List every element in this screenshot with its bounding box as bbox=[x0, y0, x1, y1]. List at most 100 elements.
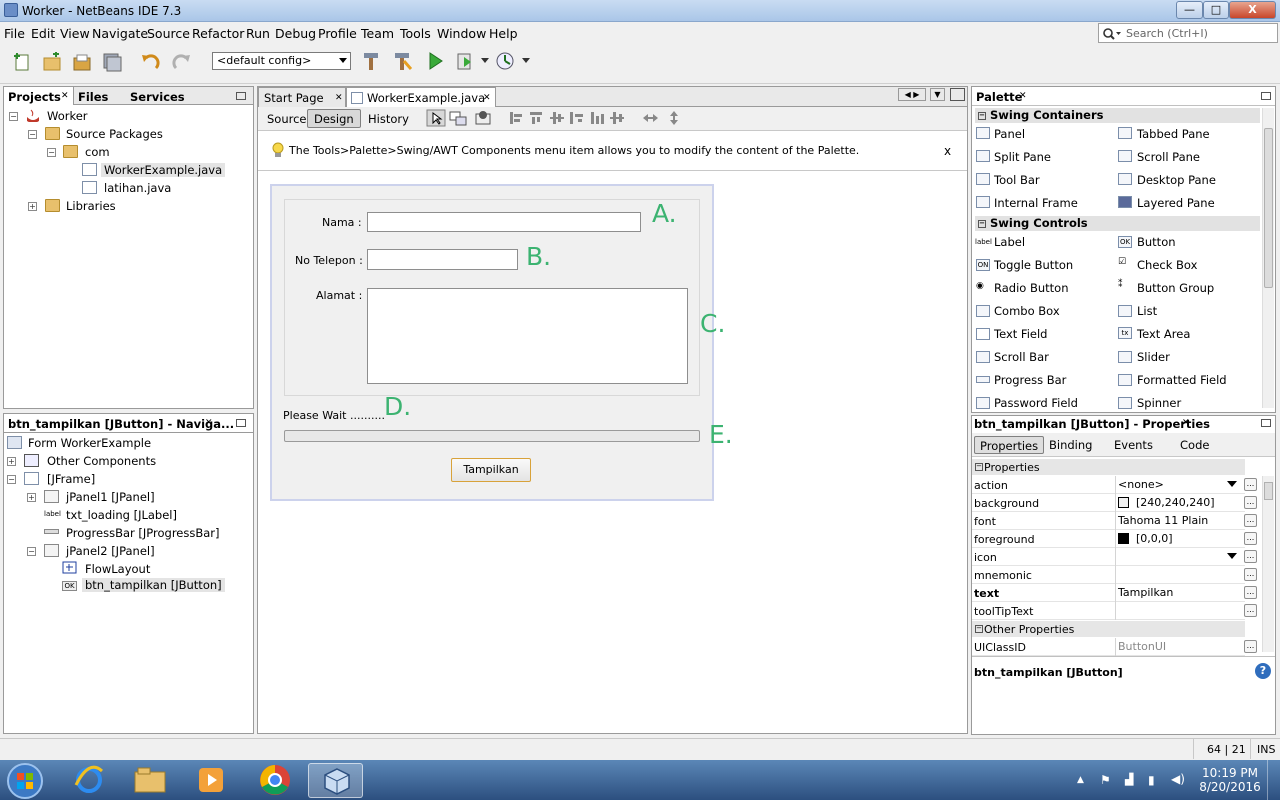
palette-label[interactable]: Label bbox=[994, 235, 1025, 249]
nav-form[interactable]: Form WorkerExample bbox=[28, 436, 151, 450]
prop-row-text[interactable]: text Tampilkan bbox=[972, 584, 1245, 602]
prop-row-tooltiptext[interactable]: toolTipText bbox=[972, 602, 1245, 620]
file-explorer-icon[interactable] bbox=[133, 765, 167, 795]
maximize-editor-icon[interactable] bbox=[950, 88, 965, 101]
nav-other-components[interactable]: Other Components bbox=[47, 454, 156, 468]
connection-mode-icon[interactable] bbox=[449, 109, 467, 127]
menu-source[interactable]: Source bbox=[147, 26, 190, 41]
palette-combo-box[interactable]: Combo Box bbox=[994, 304, 1060, 318]
palette-scrollbar[interactable] bbox=[1262, 108, 1274, 408]
prop-edit-button[interactable]: ... bbox=[1244, 586, 1257, 599]
palette-list[interactable]: List bbox=[1137, 304, 1157, 318]
chevron-down-icon[interactable] bbox=[1227, 481, 1237, 487]
nav-progressbar[interactable]: ProgressBar [JProgressBar] bbox=[66, 526, 220, 540]
close-icon[interactable]: ✕ bbox=[335, 93, 343, 103]
selection-mode-icon[interactable] bbox=[426, 109, 446, 127]
hint-close-button[interactable]: x bbox=[944, 144, 951, 158]
tree-collapse-icon[interactable]: − bbox=[28, 130, 37, 139]
prop-row-uiclassid[interactable]: UIClassID ButtonUI bbox=[972, 638, 1245, 656]
prop-row-background[interactable]: background [240,240,240] bbox=[972, 494, 1245, 512]
run-icon[interactable] bbox=[425, 51, 445, 71]
menu-file[interactable]: File bbox=[4, 26, 25, 41]
prop-edit-button[interactable]: ... bbox=[1244, 550, 1257, 563]
new-project-icon[interactable] bbox=[42, 52, 62, 72]
palette-slider[interactable]: Slider bbox=[1137, 350, 1170, 364]
menu-help[interactable]: Help bbox=[489, 26, 518, 41]
palette-progress-bar[interactable]: Progress Bar bbox=[994, 373, 1066, 387]
tab-list-dropdown-icon[interactable]: ▼ bbox=[930, 88, 945, 101]
tree-item-latihan[interactable]: latihan.java bbox=[104, 181, 171, 195]
mode-history[interactable]: History bbox=[361, 109, 416, 128]
mode-source[interactable]: Source bbox=[260, 109, 314, 128]
chevron-down-icon[interactable] bbox=[1227, 553, 1237, 559]
tree-item-worker[interactable]: Worker bbox=[47, 109, 88, 123]
nav-txt-loading[interactable]: txt_loading [JLabel] bbox=[66, 508, 177, 522]
profile-dropdown-icon[interactable] bbox=[522, 58, 530, 64]
debug-dropdown-icon[interactable] bbox=[481, 58, 489, 64]
nav-btn-tampilkan[interactable]: btn_tampilkan [JButton] bbox=[82, 578, 225, 592]
network-icon[interactable]: ▟ bbox=[1125, 773, 1133, 786]
mode-design[interactable]: Design bbox=[307, 109, 361, 128]
flag-icon[interactable]: ⚑ bbox=[1100, 773, 1111, 787]
prop-edit-button[interactable]: ... bbox=[1244, 514, 1257, 527]
media-player-icon[interactable] bbox=[195, 765, 229, 795]
chrome-icon[interactable] bbox=[258, 763, 292, 797]
menu-team[interactable]: Team bbox=[361, 26, 394, 41]
tab-files[interactable]: Files bbox=[78, 90, 108, 104]
menu-profile[interactable]: Profile bbox=[318, 26, 357, 41]
palette-scroll-pane[interactable]: Scroll Pane bbox=[1137, 150, 1200, 164]
nama-field[interactable] bbox=[367, 212, 641, 232]
prop-edit-button[interactable]: ... bbox=[1244, 568, 1257, 581]
tree-expand-icon[interactable]: + bbox=[7, 457, 16, 466]
prop-row-action[interactable]: action <none> bbox=[972, 476, 1245, 494]
nav-jpanel2[interactable]: jPanel2 [JPanel] bbox=[66, 544, 155, 558]
prop-edit-button[interactable]: ... bbox=[1244, 640, 1257, 653]
debug-icon[interactable] bbox=[455, 51, 475, 71]
menu-debug[interactable]: Debug bbox=[275, 26, 316, 41]
properties-section[interactable]: − Properties bbox=[972, 459, 1245, 475]
tab-binding[interactable]: Binding bbox=[1044, 436, 1097, 454]
new-file-icon[interactable] bbox=[12, 52, 32, 72]
tampilkan-button[interactable]: Tampilkan bbox=[451, 458, 531, 482]
help-icon[interactable]: ? bbox=[1255, 663, 1271, 679]
properties-scrollbar[interactable] bbox=[1262, 476, 1274, 652]
alamat-textarea[interactable] bbox=[367, 288, 688, 384]
align-buttons-icon[interactable] bbox=[508, 110, 628, 126]
start-button-icon[interactable] bbox=[6, 762, 44, 800]
volume-icon[interactable]: ◀) bbox=[1171, 772, 1185, 786]
tab-start-page[interactable]: Start Page ✕ bbox=[258, 87, 346, 107]
palette-text-field[interactable]: Text Field bbox=[994, 327, 1047, 341]
tree-item-com[interactable]: com bbox=[85, 145, 110, 159]
close-icon[interactable]: ✕ bbox=[61, 91, 69, 101]
tree-collapse-icon[interactable]: − bbox=[9, 112, 18, 121]
prop-edit-button[interactable]: ... bbox=[1244, 532, 1257, 545]
menu-refactor[interactable]: Refactor bbox=[192, 26, 244, 41]
palette-split-pane[interactable]: Split Pane bbox=[994, 150, 1051, 164]
minimize-panel-icon[interactable] bbox=[1261, 92, 1271, 100]
menu-tools[interactable]: Tools bbox=[400, 26, 431, 41]
minimize-button[interactable]: — bbox=[1176, 1, 1203, 19]
prop-edit-button[interactable]: ... bbox=[1244, 496, 1257, 509]
redo-icon[interactable] bbox=[172, 52, 192, 72]
tab-code[interactable]: Code bbox=[1175, 436, 1214, 454]
palette-button-group[interactable]: Button Group bbox=[1137, 281, 1214, 295]
palette-toggle-button[interactable]: Toggle Button bbox=[994, 258, 1073, 272]
palette-radio-button[interactable]: Radio Button bbox=[994, 281, 1069, 295]
prop-edit-button[interactable]: ... bbox=[1244, 478, 1257, 491]
nav-jframe[interactable]: [JFrame] bbox=[47, 472, 95, 486]
palette-scroll-thumb[interactable] bbox=[1264, 128, 1273, 288]
minimize-panel-icon[interactable] bbox=[236, 419, 246, 427]
tree-collapse-icon[interactable]: − bbox=[27, 547, 36, 556]
clean-build-icon[interactable] bbox=[392, 51, 412, 71]
prop-row-foreground[interactable]: foreground [0,0,0] bbox=[972, 530, 1245, 548]
tree-collapse-icon[interactable]: − bbox=[7, 475, 16, 484]
tree-collapse-icon[interactable]: − bbox=[47, 148, 56, 157]
palette-scroll-bar[interactable]: Scroll Bar bbox=[994, 350, 1049, 364]
tab-projects[interactable]: Projects ✕ bbox=[4, 87, 74, 105]
palette-panel-item[interactable]: Panel bbox=[994, 127, 1025, 141]
palette-tabbed-pane[interactable]: Tabbed Pane bbox=[1137, 127, 1210, 141]
tree-item-source-packages[interactable]: Source Packages bbox=[66, 127, 163, 141]
palette-layered-pane[interactable]: Layered Pane bbox=[1137, 196, 1215, 210]
prop-edit-button[interactable]: ... bbox=[1244, 604, 1257, 617]
swing-containers-header[interactable]: − Swing Containers bbox=[975, 108, 1260, 123]
